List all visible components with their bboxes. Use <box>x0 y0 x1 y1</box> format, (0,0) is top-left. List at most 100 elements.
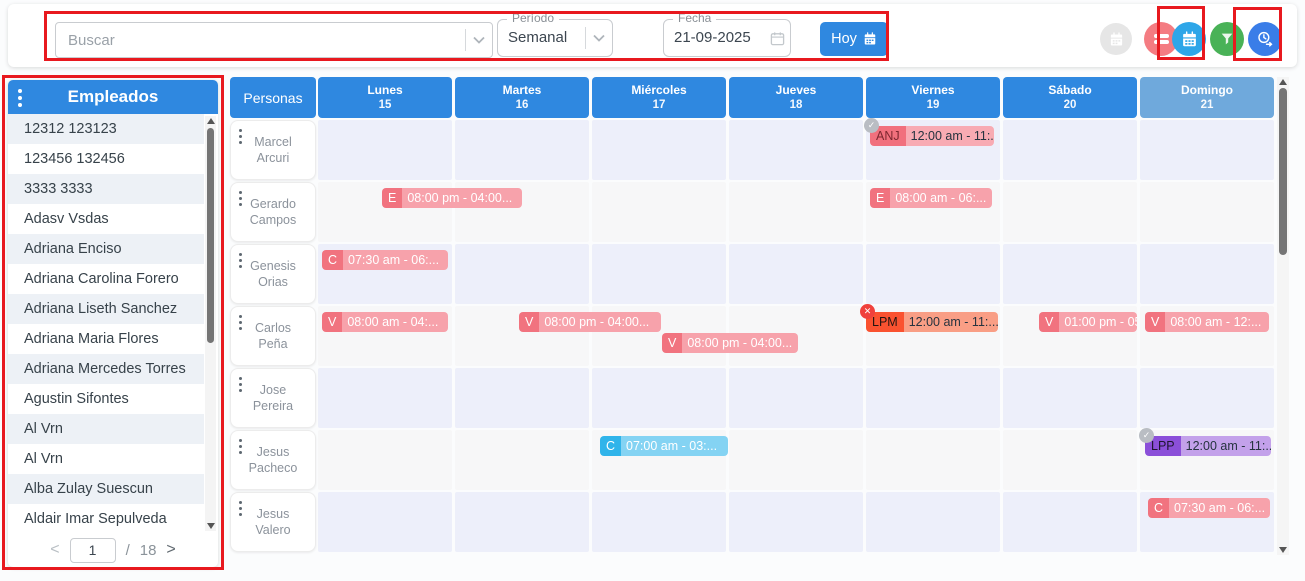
date-picker[interactable]: Fecha 21-09-2025 <box>663 19 791 57</box>
scrollbar-thumb[interactable] <box>207 128 214 343</box>
event-chip[interactable]: E08:00 pm - 04:00... <box>382 188 522 208</box>
calendar-cell[interactable] <box>1003 368 1137 428</box>
calendar-cell[interactable] <box>729 492 863 552</box>
event-chip[interactable]: E08:00 am - 06:... <box>870 188 992 208</box>
employee-item[interactable]: Adriana Enciso <box>8 234 204 264</box>
chevron-down-icon[interactable] <box>586 34 612 42</box>
employee-item[interactable]: Adriana Maria Flores <box>8 324 204 354</box>
rejected-badge-icon[interactable]: ✕ <box>860 304 875 319</box>
kebab-menu-icon[interactable] <box>239 375 242 393</box>
employee-item[interactable]: 3333 3333 <box>8 174 204 204</box>
calendar-scrollbar[interactable] <box>1277 77 1289 555</box>
calendar-cell[interactable] <box>592 492 726 552</box>
day-header-viernes[interactable]: Viernes19 <box>866 77 1000 118</box>
day-header-lunes[interactable]: Lunes15 <box>318 77 452 118</box>
approved-badge-icon[interactable]: ✓ <box>864 118 879 133</box>
scroll-up-icon[interactable] <box>1279 79 1287 85</box>
day-header-domingo[interactable]: Domingo21 <box>1140 77 1274 118</box>
calendar-cell[interactable] <box>1003 120 1137 180</box>
person-card[interactable]: Gerardo Campos <box>230 182 316 242</box>
scroll-up-icon[interactable] <box>207 118 215 124</box>
employee-item[interactable]: Aldair Imar Sepulveda <box>8 504 204 533</box>
shift-rotation-button[interactable] <box>1248 22 1282 56</box>
calendar-outline-icon[interactable] <box>764 31 790 46</box>
kebab-menu-icon[interactable] <box>18 87 22 108</box>
employee-item[interactable]: Adriana Carolina Forero <box>8 264 204 294</box>
employee-item[interactable]: 123456 132456 <box>8 144 204 174</box>
event-chip[interactable]: C07:00 am - 03:... <box>600 436 728 456</box>
approved-badge-icon[interactable]: ✓ <box>1139 428 1154 443</box>
calendar-cell[interactable] <box>1003 244 1137 304</box>
employee-item[interactable]: Adriana Mercedes Torres <box>8 354 204 384</box>
calendar-cell[interactable] <box>1003 182 1137 242</box>
person-card[interactable]: Jesus Valero <box>230 492 316 552</box>
filter-button[interactable] <box>1210 22 1244 56</box>
calendar-cell[interactable] <box>1003 492 1137 552</box>
kebab-menu-icon[interactable] <box>239 499 242 517</box>
calendar-view-button[interactable] <box>1172 22 1206 56</box>
person-card[interactable]: Jesus Pacheco <box>230 430 316 490</box>
day-header-sabado[interactable]: Sábado20 <box>1003 77 1137 118</box>
day-header-martes[interactable]: Martes16 <box>455 77 589 118</box>
next-page-button[interactable]: > <box>166 541 175 559</box>
calendar-cell[interactable] <box>318 492 452 552</box>
employee-item[interactable]: Adasv Vsdas <box>8 204 204 234</box>
day-header-miercoles[interactable]: Miércoles17 <box>592 77 726 118</box>
event-chip[interactable]: LPP12:00 am - 11:...✓ <box>1145 436 1271 456</box>
chevron-down-icon[interactable] <box>466 36 492 44</box>
scroll-down-icon[interactable] <box>207 523 215 529</box>
event-chip[interactable]: V08:00 am - 04:... <box>322 312 448 332</box>
person-card[interactable]: Carlos Peña <box>230 306 316 366</box>
employee-item[interactable]: Alba Zulay Suescun <box>8 474 204 504</box>
person-card[interactable]: Marcel Arcuri <box>230 120 316 180</box>
person-card[interactable]: Genesis Orias <box>230 244 316 304</box>
kebab-menu-icon[interactable] <box>239 251 242 269</box>
calendar-cell[interactable] <box>729 120 863 180</box>
search-combobox[interactable] <box>55 22 493 58</box>
calendar-cell[interactable] <box>729 430 863 490</box>
page-input[interactable] <box>70 538 116 563</box>
kebab-menu-icon[interactable] <box>239 313 242 331</box>
calendar-cell[interactable] <box>318 120 452 180</box>
kebab-menu-icon[interactable] <box>239 437 242 455</box>
calendar-cell[interactable] <box>729 182 863 242</box>
event-chip[interactable]: V01:00 pm - 05:... <box>1039 312 1137 332</box>
calendar-cell[interactable] <box>1003 430 1137 490</box>
today-button[interactable]: Hoy <box>820 22 888 56</box>
calendar-cell[interactable] <box>592 368 726 428</box>
calendar-cell[interactable] <box>318 430 452 490</box>
event-chip[interactable]: V08:00 am - 12:... <box>1145 312 1269 332</box>
scroll-down-icon[interactable] <box>1279 547 1287 553</box>
calendar-cell[interactable] <box>866 244 1000 304</box>
calendar-cell[interactable] <box>866 492 1000 552</box>
calendar-cell[interactable] <box>729 368 863 428</box>
calendar-cell[interactable] <box>592 120 726 180</box>
employee-item[interactable]: Adriana Liseth Sanchez <box>8 294 204 324</box>
calendar-cell[interactable] <box>866 368 1000 428</box>
event-chip[interactable]: C07:30 am - 06:... <box>1148 498 1270 518</box>
calendar-cell[interactable] <box>455 492 589 552</box>
period-select[interactable]: Período Semanal <box>497 19 613 57</box>
event-chip[interactable]: LPM12:00 am - 11:...✕ <box>866 312 998 332</box>
event-chip[interactable]: V08:00 pm - 04:00... <box>519 312 661 332</box>
kebab-menu-icon[interactable] <box>239 189 242 207</box>
calendar-cell[interactable] <box>592 182 726 242</box>
employee-item[interactable]: 12312 123123 <box>8 114 204 144</box>
person-card[interactable]: Jose Pereira <box>230 368 316 428</box>
employee-item[interactable]: Al Vrn <box>8 414 204 444</box>
kebab-menu-icon[interactable] <box>239 127 242 145</box>
employee-item[interactable]: Agustin Sifontes <box>8 384 204 414</box>
event-chip[interactable]: C07:30 am - 06:... <box>322 250 448 270</box>
calendar-cell[interactable] <box>1140 120 1274 180</box>
previous-page-button[interactable]: < <box>50 541 59 559</box>
calendar-cell[interactable] <box>1140 182 1274 242</box>
calendar-cell[interactable] <box>1140 368 1274 428</box>
day-header-jueves[interactable]: Jueves18 <box>729 77 863 118</box>
calendar-cell[interactable] <box>729 244 863 304</box>
calendar-cell[interactable] <box>1140 244 1274 304</box>
event-chip[interactable]: ANJ12:00 am - 11:...✓ <box>870 126 994 146</box>
calendar-cell[interactable] <box>318 368 452 428</box>
calendar-cell[interactable] <box>455 430 589 490</box>
calendar-cell[interactable] <box>866 430 1000 490</box>
calendar-cell[interactable] <box>455 244 589 304</box>
